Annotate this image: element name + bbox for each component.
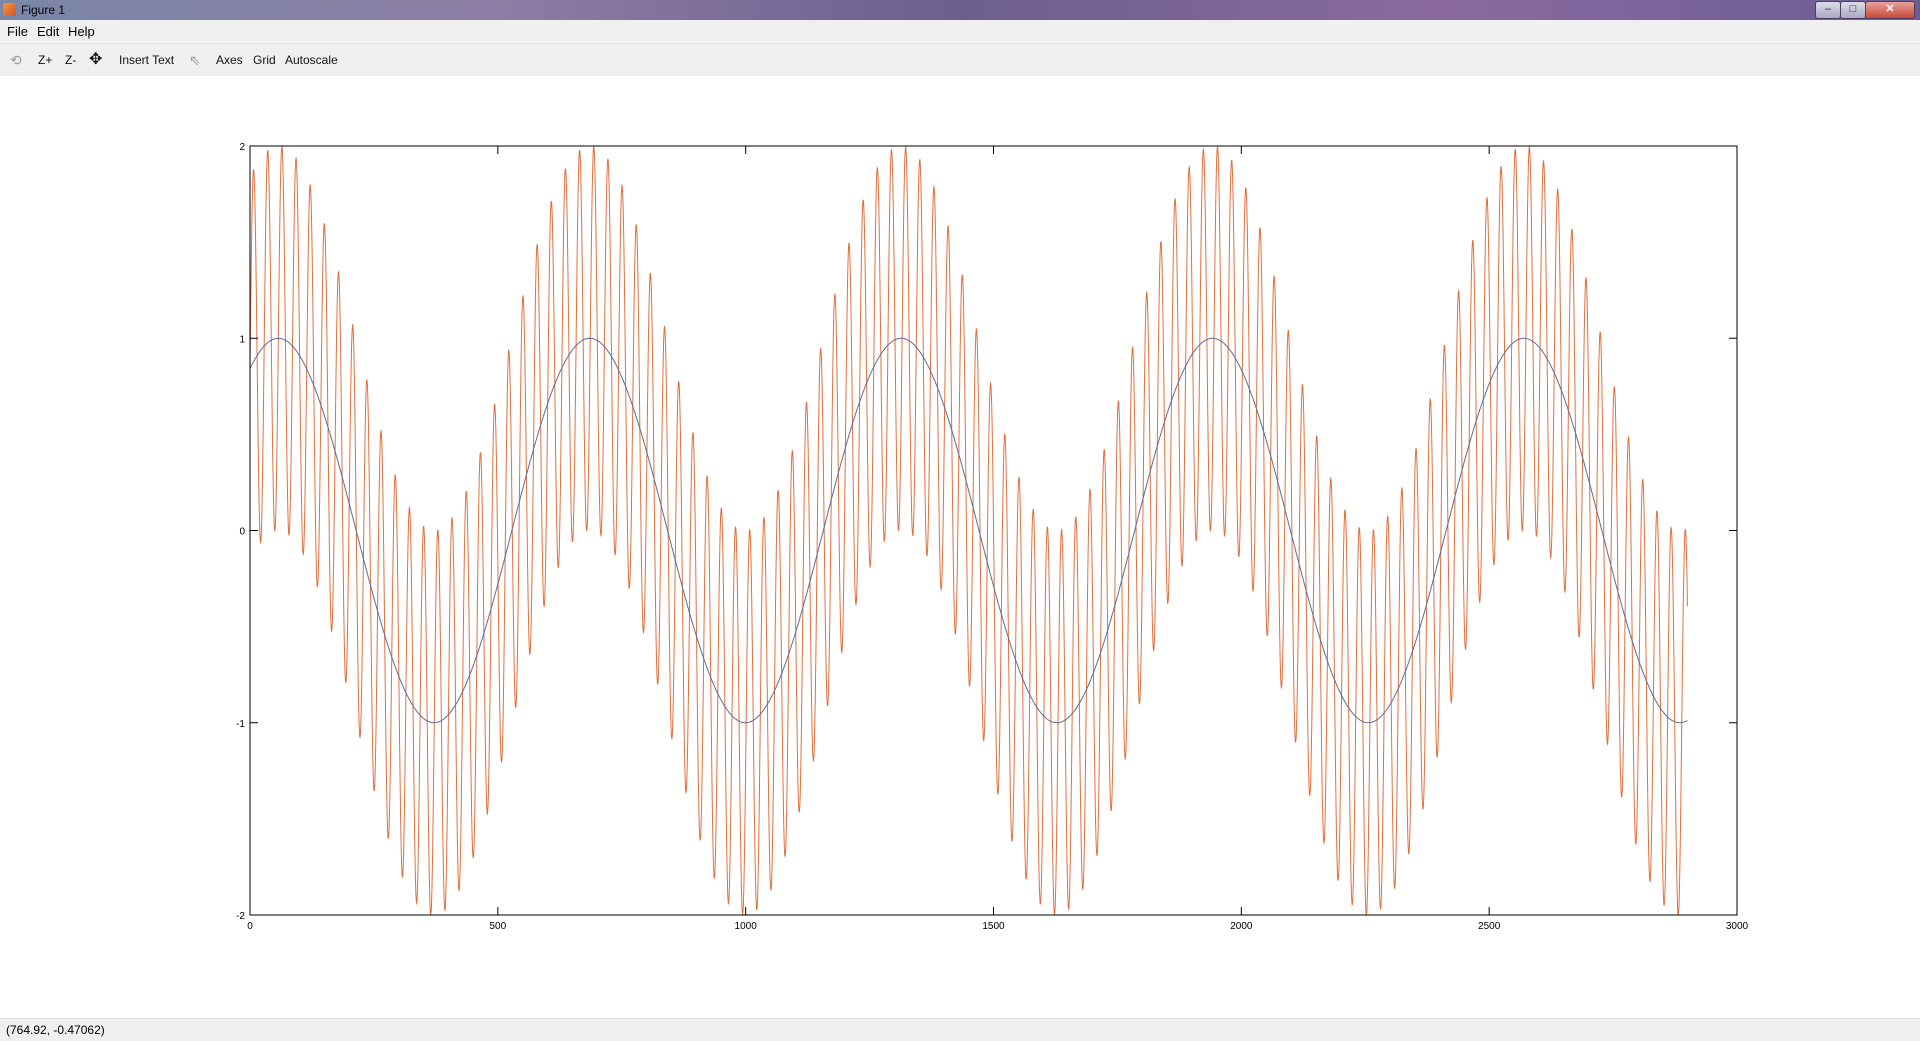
y-tick-label: 2 — [239, 142, 245, 153]
autoscale-button[interactable]: Autoscale — [285, 52, 338, 68]
y-tick-label: -1 — [236, 719, 245, 730]
x-tick-label: 3000 — [1726, 921, 1749, 932]
y-tick-label: 1 — [239, 334, 245, 345]
x-tick-label: 1000 — [735, 921, 758, 932]
x-tick-label: 2500 — [1478, 921, 1501, 932]
menu-file[interactable]: File — [7, 24, 28, 39]
y-tick-label: -2 — [236, 911, 245, 922]
menu-bar: File Edit Help — [0, 20, 1920, 42]
axes-button[interactable]: Axes — [216, 52, 243, 68]
window-titlebar: Figure 1 – □ ✕ — [0, 0, 1920, 20]
x-tick-label: 2000 — [1230, 921, 1253, 932]
grid-button[interactable]: Grid — [253, 52, 276, 68]
pointer-icon[interactable]: ⇖ — [189, 52, 201, 68]
insert-text-button[interactable]: Insert Text — [119, 52, 174, 68]
pan-icon[interactable]: ✥ — [89, 52, 102, 68]
close-button[interactable]: ✕ — [1865, 1, 1915, 19]
menu-help[interactable]: Help — [68, 24, 95, 39]
line-chart[interactable]: 0 500 1000 1500 2000 2500 3000 2 1 0 -1 -2 — [0, 76, 1920, 1018]
figure-background — [0, 76, 1920, 1018]
x-tick-label: 0 — [247, 921, 253, 932]
window-title: Figure 1 — [21, 3, 66, 17]
x-tick-label: 1500 — [982, 921, 1005, 932]
y-tick-label: 0 — [239, 527, 245, 538]
x-tick-label: 500 — [489, 921, 506, 932]
cursor-coordinates: (764.92, -0.47062) — [6, 1023, 105, 1037]
rotate-icon[interactable]: ⟲ — [10, 52, 22, 68]
maximize-button[interactable]: □ — [1840, 1, 1866, 19]
toolbar: ⟲ Z+ Z- ✥ Insert Text ⇖ Axes Grid Autosc… — [0, 43, 1920, 77]
plot-area[interactable]: 0 500 1000 1500 2000 2500 3000 2 1 0 -1 -2 — [0, 76, 1920, 1018]
status-bar: (764.92, -0.47062) — [0, 1018, 1920, 1041]
minimize-button[interactable]: – — [1815, 1, 1841, 19]
zoom-in-button[interactable]: Z+ — [38, 52, 52, 68]
app-icon — [3, 3, 16, 16]
zoom-out-button[interactable]: Z- — [65, 52, 76, 68]
menu-edit[interactable]: Edit — [37, 24, 59, 39]
